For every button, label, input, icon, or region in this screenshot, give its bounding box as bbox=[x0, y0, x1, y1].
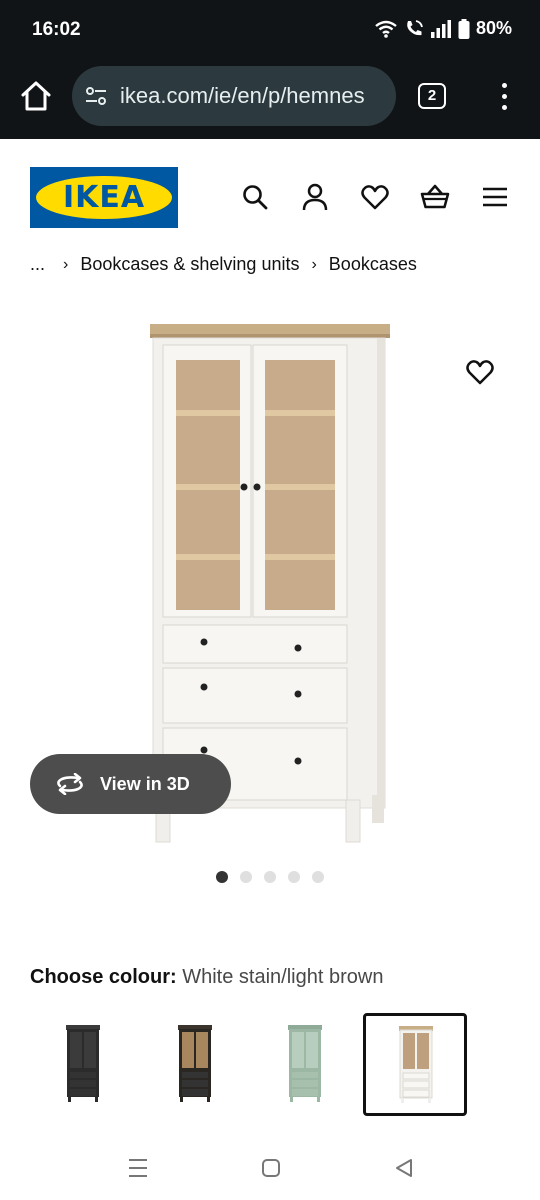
carousel-dot[interactable] bbox=[312, 871, 324, 883]
heart-icon[interactable] bbox=[360, 182, 390, 212]
colour-option-white-stain-light-brown[interactable] bbox=[363, 1013, 467, 1116]
product-thumbnail bbox=[178, 1025, 212, 1102]
tab-switcher-button[interactable]: 2 bbox=[418, 83, 446, 109]
colour-label: Choose colour: bbox=[30, 966, 177, 988]
chevron-right-icon: › bbox=[311, 255, 317, 273]
breadcrumb-item-bookcases-shelving[interactable]: Bookcases & shelving units bbox=[80, 254, 299, 275]
system-navigation-bar bbox=[0, 1140, 540, 1200]
recent-apps-icon[interactable] bbox=[126, 1157, 150, 1179]
product-thumbnail bbox=[399, 1026, 433, 1103]
back-icon[interactable] bbox=[393, 1157, 415, 1179]
home-nav-icon[interactable] bbox=[260, 1157, 282, 1179]
product-thumbnail bbox=[66, 1025, 100, 1102]
address-bar[interactable]: ikea.com/ie/en/p/hemnes bbox=[72, 66, 396, 126]
basket-icon[interactable] bbox=[420, 182, 450, 212]
view-in-3d-label: View in 3D bbox=[100, 773, 190, 794]
colour-selector-label: Choose colour: White stain/light brown bbox=[30, 966, 383, 989]
carousel-indicators bbox=[216, 871, 324, 883]
status-time: 16:02 bbox=[32, 19, 81, 40]
status-icons: 80% bbox=[374, 18, 512, 39]
ikea-logo[interactable]: IKEA bbox=[30, 167, 178, 228]
browser-toolbar: ikea.com/ie/en/p/hemnes 2 bbox=[0, 60, 540, 139]
breadcrumb-ellipsis[interactable]: ... bbox=[30, 254, 45, 275]
signal-icon bbox=[430, 19, 451, 38]
chevron-right-icon: › bbox=[63, 255, 69, 273]
view-in-3d-button[interactable]: View in 3D bbox=[30, 754, 231, 814]
breadcrumb-item-bookcases[interactable]: Bookcases bbox=[329, 254, 417, 275]
home-icon[interactable] bbox=[18, 78, 54, 114]
carousel-dot[interactable] bbox=[216, 871, 228, 883]
carousel-dot[interactable] bbox=[264, 871, 276, 883]
status-bar: 16:02 80% bbox=[0, 0, 540, 60]
carousel-dot[interactable] bbox=[288, 871, 300, 883]
colour-option-black-brown-light-brown[interactable] bbox=[142, 1013, 246, 1116]
carousel-dot[interactable] bbox=[240, 871, 252, 883]
logo-text: IKEA bbox=[62, 180, 146, 215]
browser-menu-icon[interactable] bbox=[494, 80, 514, 114]
colour-option-green[interactable] bbox=[252, 1013, 356, 1116]
profile-icon[interactable] bbox=[300, 182, 330, 212]
url-text: ikea.com/ie/en/p/hemnes bbox=[120, 83, 365, 108]
search-icon[interactable] bbox=[240, 182, 270, 212]
add-to-favourites-icon[interactable] bbox=[465, 357, 495, 387]
colour-option-black-brown[interactable] bbox=[30, 1013, 134, 1116]
breadcrumb: ... › Bookcases & shelving units › Bookc… bbox=[30, 254, 417, 275]
site-settings-icon[interactable] bbox=[84, 84, 108, 108]
battery-level: 80% bbox=[475, 18, 512, 38]
selected-colour-value: White stain/light brown bbox=[182, 966, 384, 988]
product-thumbnail bbox=[288, 1025, 322, 1102]
rotate-3d-icon bbox=[57, 773, 83, 795]
wifi-icon bbox=[375, 20, 397, 38]
battery-icon bbox=[458, 18, 470, 39]
hamburger-menu-icon[interactable] bbox=[480, 182, 510, 212]
wifi-calling-icon bbox=[407, 19, 423, 35]
